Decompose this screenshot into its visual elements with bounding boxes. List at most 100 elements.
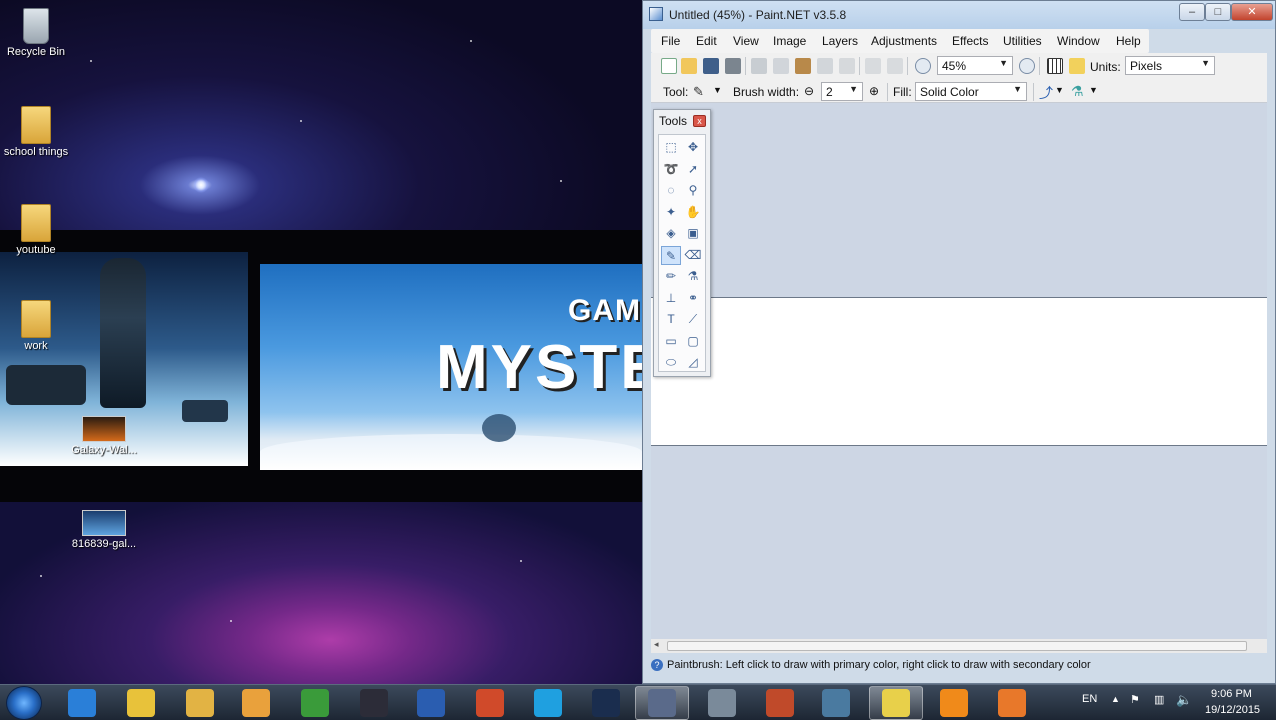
magic-wand-tool-icon[interactable]: ✦ — [661, 203, 681, 222]
pan-tool-icon[interactable]: ✋ — [683, 203, 703, 222]
action-center-icon[interactable]: ⚑ — [1130, 693, 1140, 706]
text-tool-icon[interactable]: T — [661, 310, 681, 329]
fill-select[interactable]: Solid Color ▼ — [915, 82, 1027, 101]
crop-icon[interactable] — [817, 58, 833, 74]
ellipse-tool-icon[interactable]: ⬭ — [661, 353, 681, 372]
paste-icon[interactable] — [795, 58, 811, 74]
gradient-tool-icon[interactable]: ▣ — [683, 224, 703, 243]
internet-explorer-icon[interactable] — [68, 689, 96, 717]
media-player-icon[interactable] — [242, 689, 270, 717]
recolor-tool-icon[interactable]: ⚭ — [683, 289, 703, 308]
deselect-icon[interactable] — [839, 58, 855, 74]
antialiasing-icon[interactable]: ⤴ — [1039, 83, 1053, 103]
file-explorer-icon[interactable] — [186, 689, 214, 717]
zoom-out-icon[interactable] — [915, 58, 931, 74]
menu-effects[interactable]: Effects — [952, 34, 988, 48]
skype-icon[interactable] — [534, 689, 562, 717]
menu-help[interactable]: Help — [1116, 34, 1141, 48]
language-indicator[interactable]: EN — [1082, 693, 1097, 705]
paint-net-icon[interactable] — [648, 689, 676, 717]
color-picker-tool-icon[interactable]: ⚗ — [683, 267, 703, 286]
eraser-tool-icon[interactable]: ⌫ — [683, 246, 703, 265]
ellipse-select-tool-icon[interactable]: ◌ — [661, 181, 681, 200]
blend-mode-icon[interactable]: ⚗ — [1071, 83, 1084, 100]
desktop-icon-recycle-bin[interactable]: Recycle Bin — [0, 8, 72, 58]
horizontal-scrollbar[interactable]: ◂ — [651, 639, 1267, 653]
paintbrush-icon[interactable]: ✎ — [693, 84, 709, 100]
close-icon[interactable]: x — [693, 115, 706, 127]
freeform-shape-tool-icon[interactable]: ◿ — [683, 353, 703, 372]
paint-bucket-tool-icon[interactable]: ◈ — [661, 224, 681, 243]
chrome-icon[interactable] — [127, 689, 155, 717]
lasso-select-tool-icon[interactable]: ➰ — [661, 160, 681, 179]
network-icon[interactable]: ▥ — [1154, 693, 1164, 706]
copy-icon[interactable] — [773, 58, 789, 74]
powerpoint-icon[interactable] — [476, 689, 504, 717]
network-app-icon[interactable] — [822, 689, 850, 717]
clock-time[interactable]: 9:06 PM — [1211, 688, 1252, 700]
grid-icon[interactable] — [1047, 58, 1063, 74]
filezilla-icon[interactable] — [301, 689, 329, 717]
close-button[interactable]: ✕ — [1231, 3, 1273, 21]
cut-icon[interactable] — [751, 58, 767, 74]
menu-utilities[interactable]: Utilities — [1003, 34, 1042, 48]
start-button[interactable] — [6, 686, 42, 720]
desktop-icon-work[interactable]: work — [0, 300, 72, 352]
print-icon[interactable] — [725, 58, 741, 74]
show-hidden-icons-icon[interactable]: ▲ — [1111, 694, 1120, 704]
image-canvas[interactable] — [651, 297, 1267, 446]
units-select[interactable]: Pixels ▼ — [1125, 56, 1215, 75]
zoom-select[interactable]: 45% ▼ — [937, 56, 1013, 75]
chevron-down-icon[interactable]: ▼ — [1055, 85, 1064, 95]
menu-edit[interactable]: Edit — [696, 34, 717, 48]
ruler-icon[interactable] — [1069, 58, 1085, 74]
audio-app-icon[interactable] — [360, 689, 388, 717]
volume-icon[interactable]: 🔈 — [1176, 692, 1192, 708]
scroll-left-icon[interactable]: ◂ — [654, 639, 659, 650]
blender-icon[interactable] — [998, 689, 1026, 717]
word-icon[interactable] — [417, 689, 445, 717]
save-icon[interactable] — [703, 58, 719, 74]
clock-date[interactable]: 19/12/2015 — [1205, 704, 1260, 716]
rectangle-tool-icon[interactable]: ▭ — [661, 332, 681, 351]
rounded-rectangle-tool-icon[interactable]: ▢ — [683, 332, 703, 351]
vlc-icon[interactable] — [940, 689, 968, 717]
zoom-tool-icon[interactable]: ⚲ — [683, 181, 703, 200]
chevron-down-icon[interactable]: ▼ — [1089, 85, 1098, 95]
chevron-down-icon[interactable]: ▼ — [713, 85, 722, 95]
clone-stamp-tool-icon[interactable]: ⊥ — [661, 289, 681, 308]
menu-image[interactable]: Image — [773, 34, 806, 48]
desktop-icon-school-things[interactable]: school things — [0, 106, 72, 158]
paintbrush-tool-icon[interactable]: ✎ — [661, 245, 681, 265]
pencil-tool-icon[interactable]: ✏ — [661, 267, 681, 286]
photoshop-icon[interactable] — [592, 689, 620, 717]
computer-icon[interactable] — [708, 689, 736, 717]
menu-file[interactable]: File — [661, 34, 680, 48]
decrease-width-icon[interactable]: ⊖ — [804, 84, 814, 98]
move-selection-tool-icon[interactable]: ➚ — [683, 160, 703, 179]
game-icon[interactable] — [766, 689, 794, 717]
desktop-icon-youtube[interactable]: youtube — [0, 204, 72, 256]
increase-width-icon[interactable]: ⊕ — [869, 84, 879, 98]
menu-adjustments[interactable]: Adjustments — [871, 34, 937, 48]
canvas-workspace[interactable] — [651, 103, 1267, 641]
redo-icon[interactable] — [887, 58, 903, 74]
sticky-notes-icon[interactable] — [882, 689, 910, 717]
menu-layers[interactable]: Layers — [822, 34, 858, 48]
move-selected-pixels-tool-icon[interactable]: ✥ — [683, 138, 703, 157]
rectangle-select-tool-icon[interactable]: ⬚ — [661, 138, 681, 157]
desktop-icon-816839-galaxy[interactable]: 816839-gal... — [68, 510, 140, 550]
brush-width-select[interactable]: 2 ▼ — [821, 82, 863, 101]
menu-window[interactable]: Window — [1057, 34, 1100, 48]
minimize-button[interactable]: – — [1179, 3, 1205, 21]
window-titlebar[interactable]: Untitled (45%) - Paint.NET v3.5.8 – □ ✕ — [643, 1, 1275, 29]
desktop-icon-galaxy-wallpaper[interactable]: Galaxy-Wal... — [68, 416, 140, 456]
maximize-button[interactable]: □ — [1205, 3, 1231, 21]
open-file-icon[interactable] — [681, 58, 697, 74]
menu-view[interactable]: View — [733, 34, 759, 48]
undo-icon[interactable] — [865, 58, 881, 74]
new-file-icon[interactable] — [661, 58, 677, 74]
zoom-in-icon[interactable] — [1019, 58, 1035, 74]
scrollbar-thumb[interactable] — [667, 641, 1247, 651]
line-curve-tool-icon[interactable]: ⟋ — [683, 310, 703, 329]
